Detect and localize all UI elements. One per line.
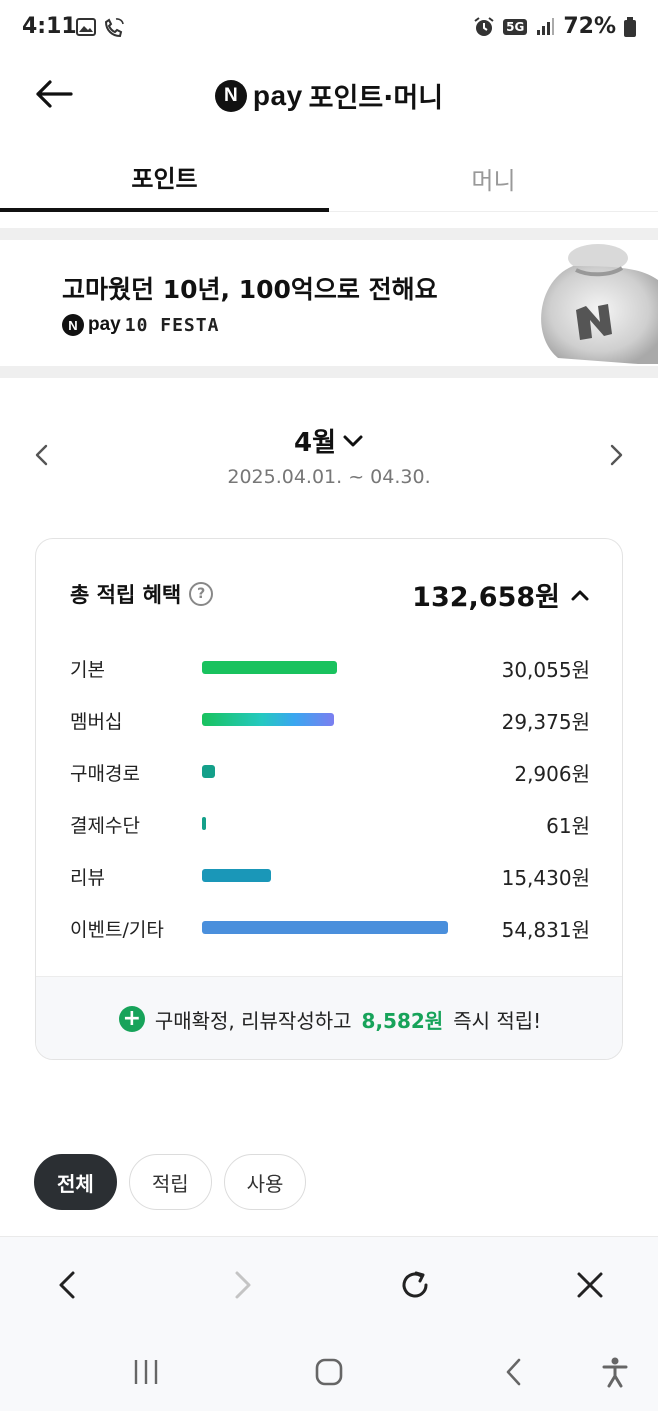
- browser-back-button[interactable]: [46, 1263, 90, 1307]
- chevron-down-icon: [343, 435, 363, 446]
- summary-total: 132,658원: [412, 582, 560, 613]
- battery-icon: [624, 16, 636, 37]
- filter-earn[interactable]: 적립: [128, 1154, 212, 1210]
- benefit-value: 54,831원: [501, 918, 590, 942]
- call-wifi-icon: [104, 18, 124, 38]
- recents-button[interactable]: [124, 1350, 168, 1394]
- tab-bar: 포인트 머니: [0, 144, 658, 212]
- banner-title: 고마웠던 10년, 100억으로 전해요: [62, 275, 438, 304]
- summary-total-wrap: 132,658원: [412, 575, 590, 614]
- home-icon: [315, 1358, 343, 1386]
- chevron-right-icon: [610, 444, 623, 466]
- benefit-value: 2,906원: [514, 762, 590, 786]
- npay-logo-small-icon: N: [62, 314, 84, 336]
- browser-refresh-button[interactable]: [393, 1263, 437, 1307]
- summary-title: 총 적립 혜택: [70, 583, 182, 607]
- month-selector: 4월 2025.04.01. ~ 04.30.: [0, 420, 658, 500]
- tab-money[interactable]: 머니: [329, 144, 658, 212]
- browser-toolbar: [0, 1236, 658, 1332]
- summary-title-wrap: 총 적립 혜택 ?: [70, 579, 214, 609]
- benefit-value: 15,430원: [501, 866, 590, 890]
- benefit-bar: [202, 765, 215, 778]
- recents-icon: [134, 1360, 158, 1384]
- benefit-row: 기본 30,055원: [36, 641, 622, 693]
- banner-brand: pay: [88, 314, 121, 335]
- filter-use[interactable]: 사용: [223, 1154, 307, 1210]
- benefit-value: 29,375원: [501, 710, 590, 734]
- benefit-row: 멤버십 29,375원: [36, 693, 622, 745]
- divider: [0, 228, 658, 240]
- benefit-value: 30,055원: [501, 658, 590, 682]
- status-right: 5G 72%: [473, 14, 636, 39]
- browser-forward-button[interactable]: [220, 1263, 264, 1307]
- history-filters: 전체 적립 사용: [34, 1154, 307, 1210]
- accessibility-icon: [602, 1357, 628, 1388]
- status-time: 4:11: [22, 14, 77, 39]
- month-label: 4월: [293, 428, 336, 458]
- page-title: N pay 포인트·머니: [0, 76, 658, 115]
- divider: [0, 366, 658, 378]
- back-icon: [506, 1358, 521, 1386]
- benefit-bar: [202, 817, 206, 830]
- status-bar: 4:11 5G 72%: [0, 0, 658, 58]
- title-text: 포인트·머니: [308, 83, 444, 114]
- benefit-label: 리뷰: [70, 867, 105, 889]
- plus-icon: +: [118, 1006, 145, 1032]
- gallery-icon: [76, 18, 96, 36]
- browser-close-button[interactable]: [568, 1263, 612, 1307]
- npay-logo-icon: N: [214, 79, 247, 112]
- benefit-bar: [202, 869, 271, 882]
- summary-header[interactable]: 총 적립 혜택 ? 132,658원: [36, 539, 622, 647]
- brand-name: pay: [252, 79, 303, 111]
- help-icon[interactable]: ?: [189, 582, 214, 606]
- benefit-breakdown: 기본 30,055원 멤버십 29,375원 구매경로 2,906원 결제수단 …: [36, 641, 622, 953]
- signal-icon: [537, 17, 555, 35]
- network-type: 5G: [503, 18, 528, 35]
- accessibility-button[interactable]: [593, 1350, 637, 1394]
- reward-amount: 8,582원: [361, 1008, 444, 1033]
- tab-points[interactable]: 포인트: [0, 144, 329, 212]
- refresh-icon: [402, 1271, 428, 1298]
- benefit-row: 이벤트/기타 54,831원: [36, 901, 622, 953]
- benefit-label: 멤버십: [70, 711, 123, 733]
- promo-banner[interactable]: 고마웠던 10년, 100억으로 전해요 N pay 10 FESTA: [0, 240, 658, 366]
- forward-icon: [235, 1271, 251, 1299]
- chevron-up-icon[interactable]: [570, 588, 590, 602]
- instant-reward-banner[interactable]: + 구매확정, 리뷰작성하고 8,582원 즉시 적립!: [36, 976, 622, 1059]
- benefit-value: 61원: [546, 814, 590, 838]
- benefit-label: 구매경로: [70, 763, 140, 785]
- battery-percent: 72%: [563, 14, 616, 39]
- filter-all[interactable]: 전체: [34, 1154, 117, 1210]
- benefit-label: 결제수단: [70, 815, 140, 837]
- banner-subtitle: N pay 10 FESTA: [62, 314, 219, 336]
- home-button[interactable]: [307, 1350, 351, 1394]
- money-bag-illustration-icon: [541, 244, 658, 364]
- reward-text-suffix: 즉시 적립!: [453, 1008, 542, 1033]
- next-month-button[interactable]: [602, 440, 630, 470]
- benefit-bar: [202, 661, 337, 674]
- date-range: 2025.04.01. ~ 04.30.: [227, 466, 431, 488]
- reward-text-prefix: 구매확정, 리뷰작성하고: [154, 1008, 352, 1033]
- benefit-label: 이벤트/기타: [70, 919, 164, 941]
- month-dropdown[interactable]: 4월: [0, 422, 658, 459]
- benefit-row: 결제수단 61원: [36, 797, 622, 849]
- system-navigation-bar: [0, 1332, 658, 1411]
- app-header: N pay 포인트·머니: [0, 58, 658, 130]
- benefit-bar: [202, 713, 334, 726]
- close-icon: [577, 1272, 603, 1298]
- status-left-icons: [76, 16, 126, 38]
- benefit-label: 기본: [70, 659, 105, 681]
- benefit-row: 구매경로 2,906원: [36, 745, 622, 797]
- benefit-row: 리뷰 15,430원: [36, 849, 622, 901]
- alarm-icon: [474, 16, 494, 36]
- banner-event-name: 10 FESTA: [124, 314, 220, 336]
- back-icon: [59, 1271, 75, 1299]
- benefit-bar: [202, 921, 448, 934]
- benefit-summary-card: 총 적립 혜택 ? 132,658원 기본 30,055원 멤버십 29,375…: [35, 538, 623, 1060]
- system-back-button[interactable]: [492, 1350, 536, 1394]
